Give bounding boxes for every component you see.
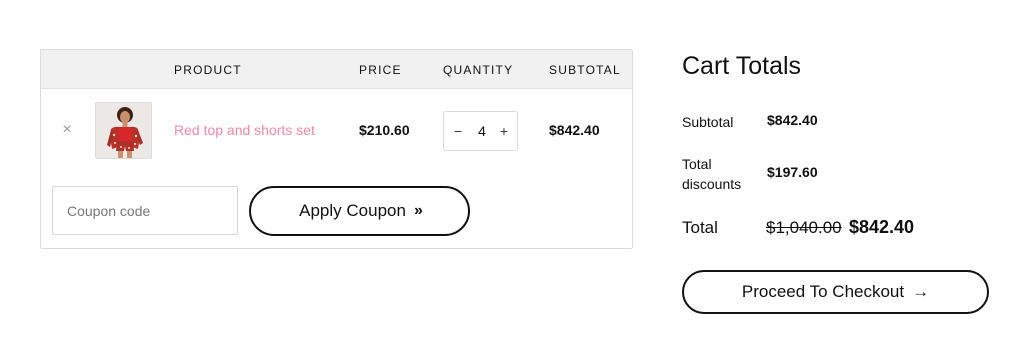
proceed-to-checkout-button[interactable]: Proceed To Checkout → [682,270,989,314]
quantity-stepper: − + [443,111,518,151]
item-price: $210.60 [359,122,410,138]
product-photo-icon [96,103,151,158]
quantity-decrease-button[interactable]: − [450,122,466,140]
totals-discounts-label: Total discounts [682,156,742,192]
column-header-subtotal: Subtotal [549,63,621,77]
totals-total-label: Total [682,218,718,237]
cart-table: Product Price Quantity Subtotal × [40,49,633,249]
remove-item-icon[interactable]: × [60,122,74,138]
double-chevron-right-icon: » [413,202,423,219]
product-name-link[interactable]: Red top and shorts set [174,122,315,138]
totals-total-value: $842.40 [849,217,915,237]
column-header-price: Price [359,63,402,77]
totals-original-price: $1,040.00 [766,218,842,237]
cart-page: Product Price Quantity Subtotal × [0,0,1024,354]
cart-totals-title: Cart Totals [682,52,802,80]
apply-coupon-label: Apply Coupon [299,201,406,220]
item-subtotal: $842.40 [549,122,600,138]
product-thumbnail[interactable] [95,102,152,159]
totals-discounts-value: $197.60 [767,164,818,180]
column-header-product: Product [174,63,242,77]
arrow-right-icon: → [912,282,930,301]
coupon-code-input[interactable] [52,186,238,235]
totals-subtotal-label: Subtotal [682,114,734,130]
totals-subtotal-value: $842.40 [767,112,818,128]
apply-coupon-button[interactable]: Apply Coupon » [249,186,470,236]
cart-table-header: Product Price Quantity Subtotal [41,50,632,89]
quantity-input[interactable] [470,121,494,141]
column-header-quantity: Quantity [443,63,514,77]
quantity-increase-button[interactable]: + [496,122,512,140]
checkout-label: Proceed To Checkout [741,282,905,301]
